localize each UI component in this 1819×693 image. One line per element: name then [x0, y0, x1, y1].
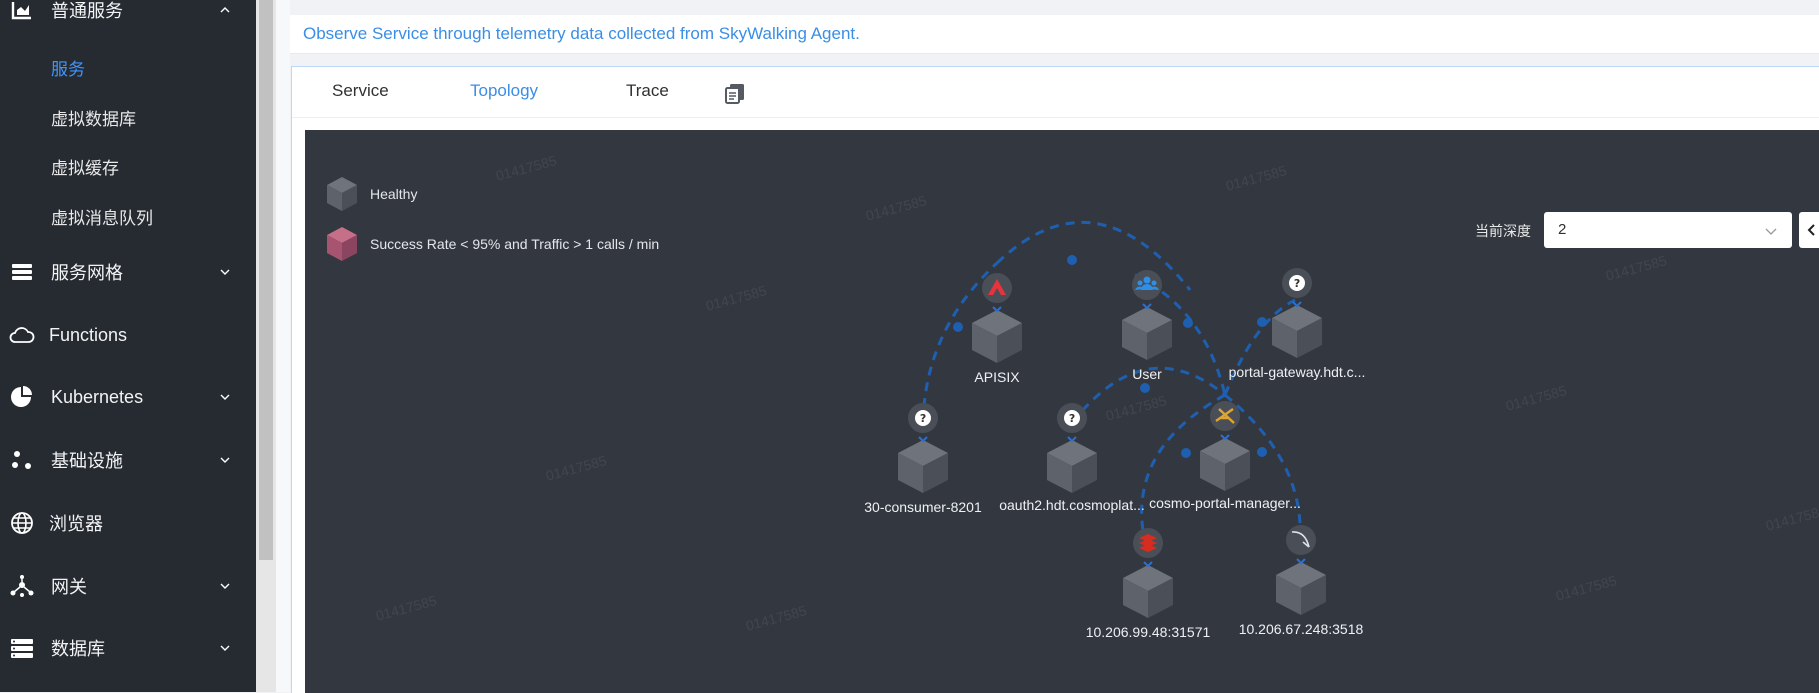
node-label-user: User	[1132, 366, 1162, 382]
chevron-down-icon	[220, 269, 230, 275]
menu-label: 网关	[51, 577, 87, 597]
submenu-item-virtual-cache[interactable]: 虚拟缓存	[0, 146, 256, 186]
gateway-icon	[8, 572, 36, 600]
node-cosmo-portal-manager[interactable]	[1200, 401, 1250, 491]
layers-icon	[8, 258, 36, 286]
menu-general-services-label: 普通服务	[51, 1, 123, 21]
menu-database[interactable]: 数据库	[0, 628, 256, 668]
submenu-item-label: 虚拟缓存	[51, 158, 119, 178]
dashboard-card: Service Topology Trace 01417585 01417585…	[291, 66, 1819, 693]
menu-infrastructure[interactable]: 基础设施	[0, 440, 256, 480]
edge-dot[interactable]	[1257, 317, 1267, 327]
node-user[interactable]	[1122, 270, 1172, 360]
globe-icon	[8, 509, 36, 537]
tab-trace[interactable]: Trace	[626, 81, 669, 101]
submenu-item-label: 虚拟数据库	[51, 109, 136, 129]
edge-dot[interactable]	[1183, 318, 1193, 328]
tab-service[interactable]: Service	[332, 81, 389, 101]
node-label-mysql: 10.206.67.248:3518	[1238, 621, 1364, 637]
node-consumer[interactable]: ?	[898, 403, 948, 493]
node-redis[interactable]	[1123, 528, 1173, 618]
menu-label: 浏览器	[49, 514, 103, 534]
svg-text:?: ?	[1069, 412, 1075, 425]
node-label-consumer: 30-consumer-8201	[864, 499, 982, 515]
menu-service-mesh[interactable]: 服务网格	[0, 252, 256, 292]
svg-text:?: ?	[920, 412, 926, 425]
edge-dot[interactable]	[1067, 255, 1077, 265]
database-icon	[8, 634, 36, 662]
menu-kubernetes[interactable]: Kubernetes	[0, 377, 256, 417]
chevron-down-icon	[220, 394, 230, 400]
notice-text: Observe Service through telemetry data c…	[303, 24, 860, 43]
menu-gateway[interactable]: 网关	[0, 566, 256, 606]
menu-label: 基础设施	[51, 451, 123, 471]
node-label-apisix: APISIX	[974, 369, 1020, 385]
bar-chart-icon	[8, 0, 36, 24]
edge-dot[interactable]	[1140, 383, 1150, 393]
edge-dot[interactable]	[953, 322, 963, 332]
node-mysql[interactable]	[1276, 525, 1326, 615]
chevron-up-icon	[220, 7, 230, 13]
submenu-item-virtual-database[interactable]: 虚拟数据库	[0, 97, 256, 137]
node-label-redis: 10.206.99.48:31571	[1085, 624, 1211, 640]
node-label-oauth2: oauth2.hdt.cosmoplat...	[999, 497, 1145, 513]
topology-graph: ? ? ?	[898, 221, 1326, 618]
pie-chart-icon	[8, 383, 36, 411]
submenu-item-label: 虚拟消息队列	[51, 208, 153, 228]
menu-label: Kubernetes	[51, 386, 144, 407]
node-oauth2[interactable]: ?	[1047, 403, 1097, 493]
edge-dot[interactable]	[1257, 447, 1267, 457]
chevron-down-icon	[220, 457, 230, 463]
submenu-item-virtual-mq[interactable]: 虚拟消息队列	[0, 196, 256, 236]
edge-dot[interactable]	[1181, 448, 1191, 458]
menu-functions[interactable]: Functions	[0, 315, 256, 355]
submenu-item-label: 服务	[51, 59, 85, 79]
svg-text:?: ?	[1294, 277, 1300, 290]
submenu-item-service[interactable]: 服务	[0, 47, 256, 87]
menu-label: 服务网格	[51, 263, 123, 283]
content-gutter	[276, 0, 290, 692]
nodes-icon	[8, 446, 36, 474]
copy-document-icon[interactable]	[724, 82, 746, 104]
cloud-icon	[8, 321, 36, 349]
sidebar: 普通服务 服务 虚拟数据库 虚拟缓存 虚拟消息队列 服务网格 Functions…	[0, 0, 256, 692]
chevron-down-icon	[220, 645, 230, 651]
tab-topology[interactable]: Topology	[470, 81, 538, 101]
node-portal-gateway[interactable]: ?	[1272, 268, 1322, 358]
notice-bar: Observe Service through telemetry data c…	[290, 15, 1819, 54]
menu-general-services[interactable]: 普通服务	[0, 0, 256, 30]
node-label-cosmo: cosmo-portal-manager...	[1149, 495, 1301, 511]
menu-label: 数据库	[51, 639, 105, 659]
chevron-down-icon	[220, 583, 230, 589]
sidebar-scrollbar-thumb[interactable]	[259, 0, 273, 560]
tab-bar: Service Topology Trace	[292, 67, 1819, 118]
node-label-portal-gateway: portal-gateway.hdt.c...	[1228, 364, 1366, 380]
menu-label: Functions	[49, 324, 128, 345]
topology-canvas[interactable]: 01417585 01417585 01417585 01417585 0141…	[305, 130, 1819, 693]
node-apisix[interactable]	[972, 273, 1022, 363]
menu-browser[interactable]: 浏览器	[0, 503, 256, 543]
